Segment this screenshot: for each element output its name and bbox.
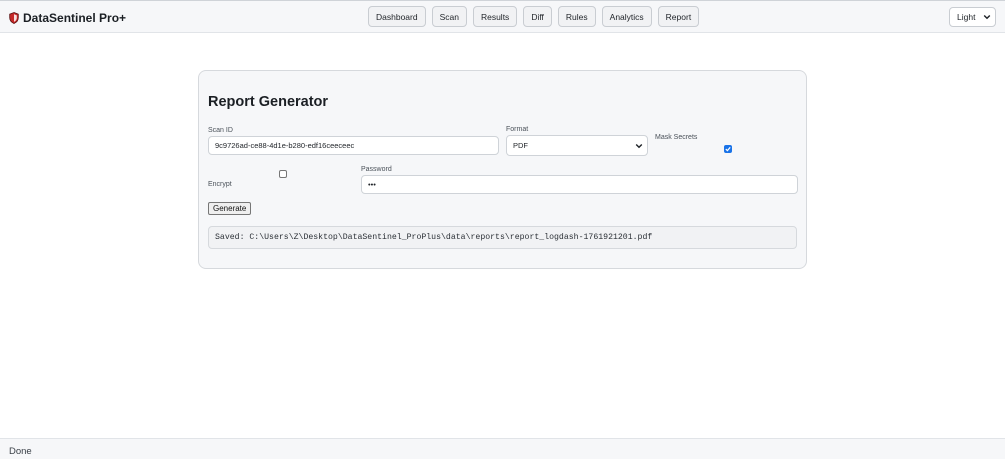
nav-dashboard-button[interactable]: Dashboard: [368, 6, 426, 27]
mask-secrets-label: Mask Secrets: [655, 134, 698, 141]
nav-scan-button[interactable]: Scan: [431, 6, 467, 27]
encrypt-label: Encrypt: [208, 181, 232, 188]
app-title: DataSentinel Pro+: [23, 11, 127, 25]
nav-report-button[interactable]: Report: [657, 6, 700, 27]
nav-diff-button[interactable]: Diff: [523, 6, 552, 27]
status-bar: Done: [0, 438, 1005, 459]
app-brand: DataSentinel Pro+: [9, 10, 126, 26]
encrypt-checkbox[interactable]: [279, 170, 287, 178]
password-input[interactable]: •••: [361, 175, 798, 194]
report-generator-card: Report Generator Scan ID 9c9726ad-ce88-4…: [198, 70, 807, 269]
theme-select-value: Light: [957, 12, 976, 22]
nav-results-button[interactable]: Results: [472, 6, 518, 27]
shield-icon: [9, 12, 19, 24]
nav-analytics-button[interactable]: Analytics: [601, 6, 652, 27]
password-label: Password: [361, 166, 392, 173]
scan-id-input[interactable]: 9c9726ad-ce88-4d1e-b280-edf16ceeceec: [208, 136, 499, 155]
chevron-down-icon: [635, 142, 643, 152]
theme-select[interactable]: Light: [949, 7, 996, 27]
main-nav: Dashboard Scan Results Diff Rules Analyt…: [368, 6, 700, 27]
generate-button[interactable]: Generate: [208, 202, 252, 215]
format-label: Format: [506, 126, 529, 133]
top-bar: DataSentinel Pro+ Dashboard Scan Results…: [0, 0, 1005, 33]
scan-id-label: Scan ID: [208, 127, 233, 134]
chevron-down-icon: [983, 12, 991, 24]
status-text: Done: [9, 446, 32, 457]
nav-rules-button[interactable]: Rules: [557, 6, 596, 27]
format-select[interactable]: PDF: [506, 135, 648, 156]
output-path-text: Saved: C:\Users\Z\Desktop\DataSentinel_P…: [208, 226, 797, 249]
format-select-value: PDF: [513, 141, 528, 150]
mask-secrets-checkbox[interactable]: [724, 145, 732, 153]
page-title: Report Generator: [208, 94, 329, 110]
